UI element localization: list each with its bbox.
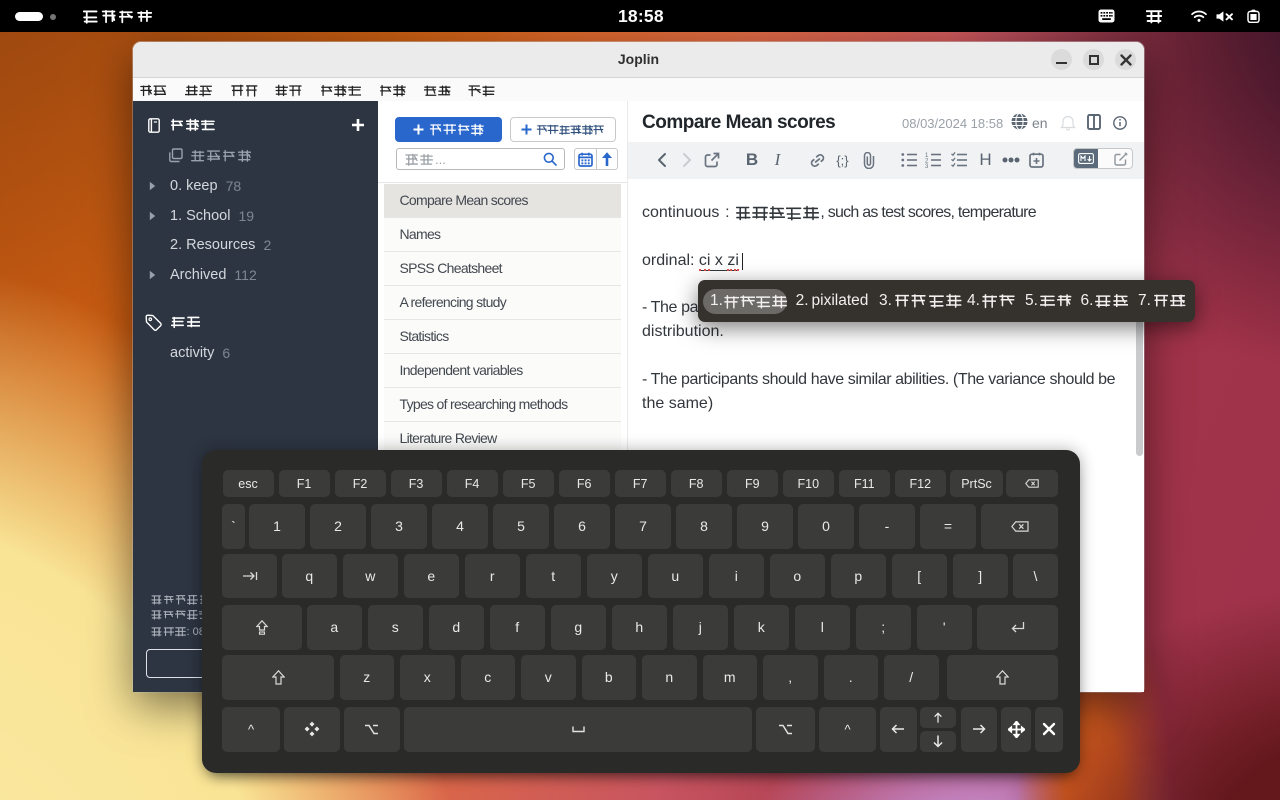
svg-text:3: 3: [925, 164, 929, 168]
